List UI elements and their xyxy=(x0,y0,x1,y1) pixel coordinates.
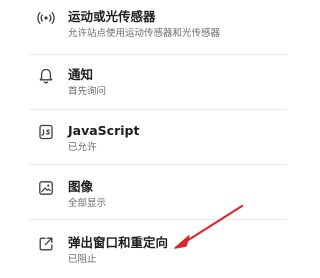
settings-item-popups-redirects[interactable]: 弹出窗口和重定向 已阻止 xyxy=(0,220,287,275)
bell-icon xyxy=(39,68,53,84)
settings-item-title: 弹出窗口和重定向 xyxy=(68,235,169,250)
settings-item-status: 已阻止 xyxy=(68,254,97,265)
motion-sensor-icon xyxy=(37,11,55,25)
settings-item-title: 图像 xyxy=(68,179,94,194)
settings-item-status: 全部显示 xyxy=(68,198,107,209)
settings-item-javascript[interactable]: JavaScript 已允许 xyxy=(0,110,287,165)
javascript-icon xyxy=(39,124,53,140)
settings-item-title: JavaScript xyxy=(68,123,140,138)
image-icon xyxy=(39,181,53,195)
settings-item-images[interactable]: 图像 全部显示 xyxy=(0,165,287,220)
settings-item-motion-sensors[interactable]: 运动或光传感器 允许站点使用运动传感器和光传感器 xyxy=(0,0,287,55)
settings-item-title: 运动或光传感器 xyxy=(68,9,156,24)
settings-item-status: 首先询问 xyxy=(68,86,107,97)
external-link-icon xyxy=(39,237,53,251)
settings-item-status: 允许站点使用运动传感器和光传感器 xyxy=(68,28,221,39)
settings-item-status: 已允许 xyxy=(68,142,97,153)
settings-item-title: 通知 xyxy=(68,67,94,82)
site-permissions-panel: 运动或光传感器 允许站点使用运动传感器和光传感器 通知 首先询问 JavaScr… xyxy=(0,0,287,278)
settings-item-notifications[interactable]: 通知 首先询问 xyxy=(0,55,287,110)
